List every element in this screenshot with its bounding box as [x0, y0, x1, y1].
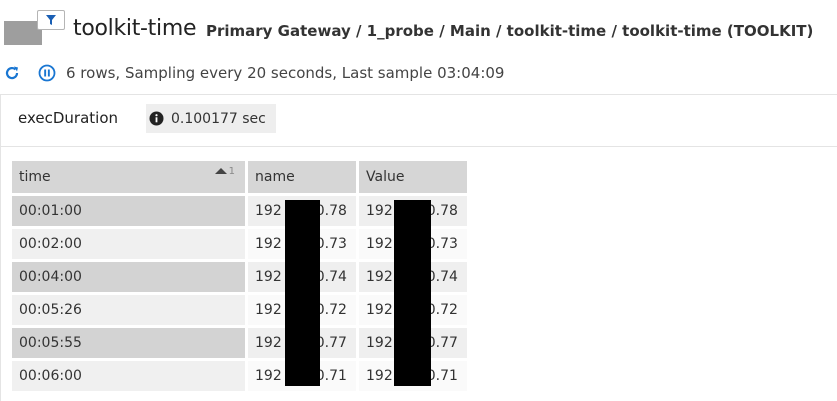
cell-name-prefix: 192 [255, 203, 282, 219]
cell-time: 00:04:00 [12, 262, 245, 292]
sort-order: 1 [228, 166, 235, 177]
pause-icon [38, 64, 56, 82]
cell-name-prefix: 192 [255, 269, 282, 285]
page-title: toolkit-time [73, 16, 197, 41]
breadcrumb: Primary Gateway / 1_probe / Main / toolk… [206, 22, 814, 40]
status-bar: 6 rows, Sampling every 20 seconds, Last … [3, 62, 504, 84]
column-header-time[interactable]: time 1 [12, 161, 245, 193]
exec-duration-value-box: 0.100177 sec [146, 104, 276, 133]
redaction-bar [394, 200, 431, 386]
column-header-value[interactable]: Value [359, 161, 467, 193]
cell-time: 00:02:00 [12, 229, 245, 259]
cell-name-prefix: 192 [255, 302, 282, 318]
cell-value-prefix: 192 [366, 335, 393, 351]
cell-value-suffix: 0.73 [426, 236, 458, 252]
info-icon[interactable] [149, 111, 164, 126]
cell-value-prefix: 192 [366, 302, 393, 318]
cell-name-suffix: 0.73 [315, 236, 347, 252]
exec-duration-value: 0.100177 sec [171, 110, 266, 127]
cell-name-prefix: 192 [255, 236, 282, 252]
filter-icon [46, 15, 56, 25]
cell-name-prefix: 192 [255, 368, 282, 384]
filter-button[interactable] [37, 10, 65, 30]
redaction-bar [285, 200, 320, 386]
cell-name-suffix: 0.72 [315, 302, 347, 318]
cell-name-suffix: 0.71 [315, 368, 347, 384]
cell-name-prefix: 192 [255, 335, 282, 351]
pause-button[interactable] [38, 64, 56, 82]
cell-time: 00:05:55 [12, 328, 245, 358]
cell-value-suffix: 0.78 [426, 203, 458, 219]
divider [0, 94, 837, 95]
cell-name-suffix: 0.78 [315, 203, 347, 219]
cell-value-prefix: 192 [366, 203, 393, 219]
cell-value-prefix: 192 [366, 269, 393, 285]
cell-value-suffix: 0.74 [426, 269, 458, 285]
cell-time: 00:01:00 [12, 196, 245, 226]
status-text: 6 rows, Sampling every 20 seconds, Last … [66, 64, 505, 82]
column-header-label: name [255, 169, 295, 185]
refresh-icon [5, 66, 19, 80]
cell-value-suffix: 0.72 [426, 302, 458, 318]
column-header-name[interactable]: name [248, 161, 356, 193]
column-header-label: Value [366, 169, 405, 185]
cell-value-suffix: 0.77 [426, 335, 458, 351]
divider [0, 146, 837, 147]
cell-value-prefix: 192 [366, 368, 393, 384]
column-header-label: time [19, 169, 51, 185]
cell-time: 00:05:26 [12, 295, 245, 325]
sort-ascending-icon: 1 [214, 166, 235, 177]
exec-duration-label: execDuration [18, 109, 119, 127]
cell-name-suffix: 0.77 [315, 335, 347, 351]
cell-value-prefix: 192 [366, 236, 393, 252]
divider [0, 94, 1, 401]
cell-time: 00:06:00 [12, 361, 245, 391]
cell-value-suffix: 0.71 [426, 368, 458, 384]
refresh-button[interactable] [3, 64, 21, 82]
cell-name-suffix: 0.74 [315, 269, 347, 285]
